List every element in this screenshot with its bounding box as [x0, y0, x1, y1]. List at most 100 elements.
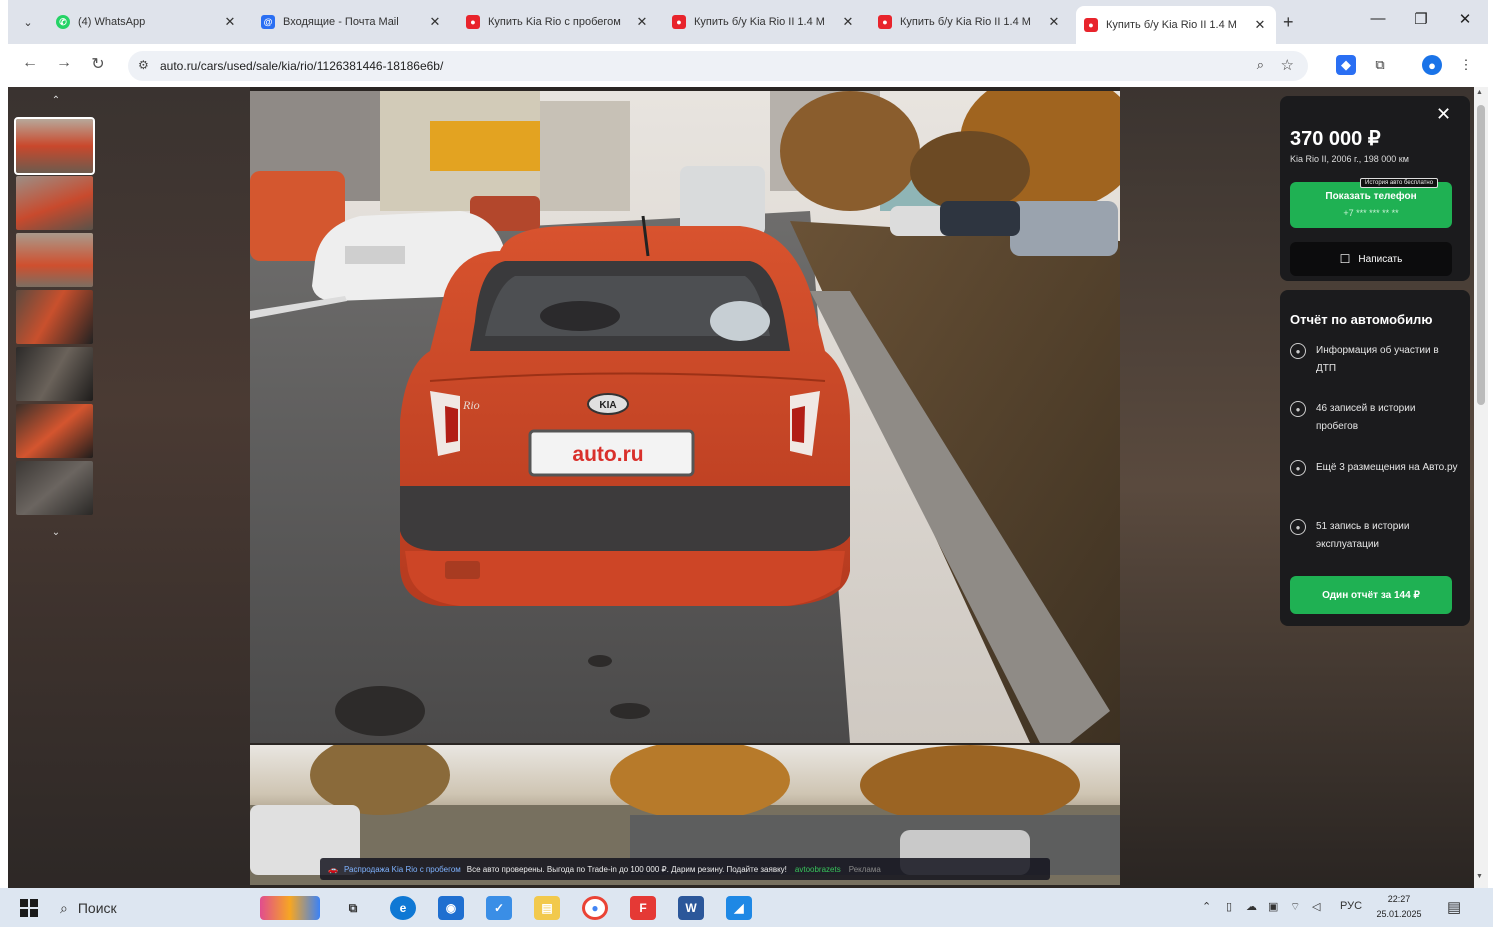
ad-car-icon: 🚗: [328, 864, 338, 874]
report-item-icon: ●: [1290, 519, 1306, 535]
write-message-button[interactable]: ☐ Написать: [1290, 242, 1452, 276]
show-phone-button[interactable]: Показать телефон +7 *** *** ** **: [1290, 182, 1452, 228]
ad-banner[interactable]: 🚗 Распродажа Kia Rio с пробегом Все авто…: [320, 858, 1050, 880]
page-scrollbar[interactable]: ▲ ▼: [1474, 87, 1488, 888]
thumbnail-6[interactable]: [16, 404, 93, 458]
tab-close-icon[interactable]: ✕: [427, 14, 443, 30]
app-icon[interactable]: F: [630, 896, 656, 920]
report-item: ● 51 запись в истории эксплуатации: [1290, 518, 1460, 554]
tray-icon[interactable]: ☁: [1246, 900, 1257, 913]
thumbnail-strip: ⌃ ⌄: [14, 87, 96, 547]
tab-close-icon[interactable]: ✕: [840, 14, 856, 30]
scroll-down-arrow-icon[interactable]: ▼: [1476, 873, 1483, 880]
close-gallery-icon[interactable]: ✕: [1436, 104, 1451, 125]
tab-mail[interactable]: @ Входящие - Почта Mail ✕: [253, 6, 451, 38]
search-icon: ⌕: [60, 899, 68, 916]
new-tab-plus-icon[interactable]: +: [1283, 12, 1294, 33]
bookmark-star-icon[interactable]: ☆: [1281, 56, 1294, 74]
car-summary: Kia Rio II, 2006 г., 198 000 км: [1290, 154, 1409, 164]
tab-whatsapp[interactable]: ✆ (4) WhatsApp ✕: [48, 6, 246, 38]
report-item: ● Информация об участии в ДТП: [1290, 342, 1460, 378]
thumbnail-3[interactable]: [16, 233, 93, 287]
tab-autoru-3[interactable]: ● Купить б/у Kia Rio II 1.4 М ✕: [870, 6, 1070, 38]
tab-close-icon[interactable]: ✕: [634, 14, 650, 30]
tray-chevron-icon[interactable]: ⌃: [1202, 900, 1211, 913]
restore-icon[interactable]: ❐: [1406, 10, 1436, 28]
scroll-up-arrow-icon[interactable]: ▲: [1476, 89, 1483, 96]
autoru-icon: ●: [1084, 18, 1098, 32]
app-icon[interactable]: ◉: [438, 896, 464, 920]
autoru-icon: ●: [466, 15, 480, 29]
thumbnail-5[interactable]: [16, 347, 93, 401]
tray-icon[interactable]: ▣: [1268, 900, 1278, 913]
price: 370 000 ₽: [1290, 128, 1381, 150]
tab-strip: ⌄ ✆ (4) WhatsApp ✕ @ Входящие - Почта Ma…: [8, 0, 1488, 44]
volume-icon[interactable]: ◁: [1312, 900, 1320, 913]
tab-autoru-2[interactable]: ● Купить б/у Kia Rio II 1.4 М ✕: [664, 6, 864, 38]
browser-toolbar: ← → ↻ ⚙ auto.ru/cars/used/sale/kia/rio/1…: [8, 44, 1488, 87]
address-bar[interactable]: ⚙ auto.ru/cars/used/sale/kia/rio/1126381…: [128, 51, 1308, 81]
main-car-photo[interactable]: KIA Rio auto.ru: [250, 91, 1120, 743]
tab-close-icon[interactable]: ✕: [222, 14, 238, 30]
thumbs-down-arrow-icon[interactable]: ⌄: [16, 527, 96, 538]
app-icon[interactable]: ✓: [486, 896, 512, 920]
autoru-icon: ●: [672, 15, 686, 29]
taskbar-search[interactable]: ⌕ Поиск: [60, 896, 240, 920]
task-view-icon[interactable]: ⧉: [340, 896, 366, 920]
thumbnail-7[interactable]: [16, 461, 93, 515]
site-settings-icon[interactable]: ⚙: [138, 58, 149, 72]
tray-icon[interactable]: ▯: [1226, 900, 1232, 913]
report-item-icon: ●: [1290, 401, 1306, 417]
widgets-icon[interactable]: [260, 896, 320, 920]
photo-gallery-overlay: ⌃ ⌄ KIA Rio auto.ru 🚗 Распродажа Kia Rio…: [8, 87, 1474, 888]
mail-icon: @: [261, 15, 275, 29]
tab-search-chevron-icon[interactable]: ⌄: [16, 10, 40, 34]
app-icon[interactable]: ◢: [726, 896, 752, 920]
url-text[interactable]: auto.ru/cars/used/sale/kia/rio/112638144…: [160, 59, 443, 73]
report-item: ● 46 записей в истории пробегов: [1290, 400, 1460, 436]
wifi-icon[interactable]: ⌔: [1290, 900, 1300, 914]
seller-panel: 370 000 ₽ Kia Rio II, 2006 г., 198 000 к…: [1280, 96, 1470, 634]
word-icon[interactable]: W: [678, 896, 704, 920]
extension-icon[interactable]: ◆: [1336, 55, 1356, 75]
tab-autoru-1[interactable]: ● Купить Kia Rio с пробегом ✕: [458, 6, 658, 38]
thumbnail-2[interactable]: [16, 176, 93, 230]
free-history-badge: История авто бесплатно: [1360, 178, 1439, 188]
minimize-icon[interactable]: —: [1363, 10, 1393, 27]
svg-text:KIA: KIA: [599, 400, 616, 411]
scrollbar-thumb[interactable]: [1477, 105, 1485, 405]
svg-text:Rio: Rio: [462, 398, 480, 412]
extensions-puzzle-icon[interactable]: ⧉: [1370, 55, 1390, 75]
zoom-icon[interactable]: ⌕: [1257, 57, 1264, 73]
back-arrow-icon[interactable]: ←: [18, 54, 42, 72]
menu-kebab-icon[interactable]: ⋮: [1456, 55, 1476, 75]
tab-close-icon[interactable]: ✕: [1046, 14, 1062, 30]
forward-arrow-icon[interactable]: →: [52, 54, 76, 72]
thumbnail-4[interactable]: [16, 290, 93, 344]
whatsapp-icon: ✆: [56, 15, 70, 29]
clock[interactable]: 22:27 25.01.2025: [1376, 892, 1422, 922]
report-item: ● Ещё 3 размещения на Авто.ру: [1290, 459, 1460, 477]
report-card: Отчёт по автомобилю ● Информация об учас…: [1280, 290, 1470, 626]
language-indicator[interactable]: РУС: [1340, 900, 1362, 912]
report-item-icon: ●: [1290, 343, 1306, 359]
profile-avatar-icon[interactable]: ●: [1422, 55, 1442, 75]
report-title: Отчёт по автомобилю: [1290, 312, 1433, 327]
thumbs-up-arrow-icon[interactable]: ⌃: [16, 95, 96, 106]
edge-browser-icon[interactable]: e: [390, 896, 416, 920]
windows-start-icon[interactable]: [20, 899, 38, 917]
thumbnail-1[interactable]: [14, 117, 95, 175]
report-item-icon: ●: [1290, 460, 1306, 476]
windows-taskbar: ⌕ Поиск ⧉ e ◉ ✓ ▤ ● F W ◢ ⌃ ▯ ☁ ▣ ⌔ ◁ РУ…: [0, 888, 1493, 927]
buy-report-button[interactable]: Один отчёт за 144 ₽: [1290, 576, 1452, 614]
file-explorer-icon[interactable]: ▤: [534, 896, 560, 920]
autoru-icon: ●: [878, 15, 892, 29]
tab-close-icon[interactable]: ✕: [1252, 17, 1268, 33]
reload-icon[interactable]: ↻: [86, 54, 110, 74]
browser-window: ⌄ ✆ (4) WhatsApp ✕ @ Входящие - Почта Ma…: [8, 0, 1488, 927]
tab-autoru-active[interactable]: ● Купить б/у Kia Rio II 1.4 М ✕: [1076, 6, 1276, 44]
chat-icon: ☐: [1339, 252, 1351, 266]
chrome-icon[interactable]: ●: [582, 896, 608, 920]
notifications-icon[interactable]: ▤: [1447, 898, 1461, 916]
window-close-icon[interactable]: ✕: [1450, 10, 1480, 28]
